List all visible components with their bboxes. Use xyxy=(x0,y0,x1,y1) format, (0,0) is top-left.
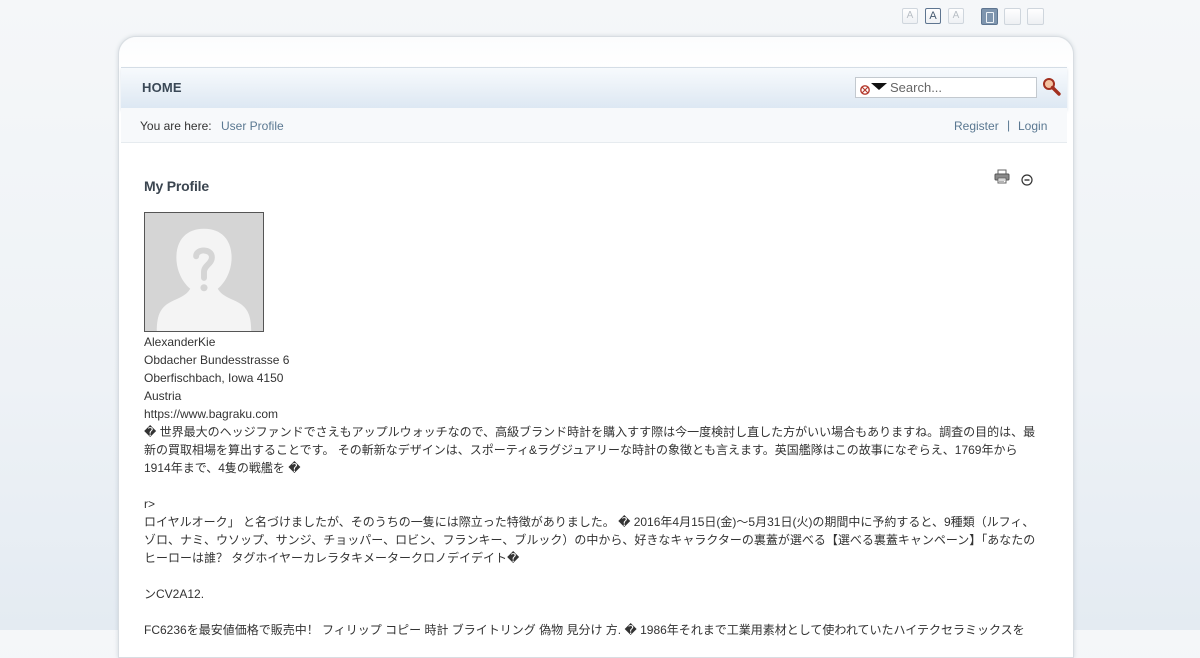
font-size-medium-button[interactable]: A xyxy=(925,8,941,24)
profile-bio-spacer xyxy=(144,477,1039,495)
page-title: My Profile xyxy=(144,178,209,194)
font-size-small-button[interactable]: A xyxy=(902,8,918,24)
avatar xyxy=(144,212,264,332)
print-icon[interactable] xyxy=(994,169,1010,184)
profile-details: AlexanderKie Obdacher Bundesstrasse 6 Ob… xyxy=(144,333,1039,639)
search-options-icon[interactable] xyxy=(858,80,888,96)
breadcrumb-current-link[interactable]: User Profile xyxy=(221,119,284,133)
layout-narrow-button[interactable] xyxy=(981,8,998,25)
frame-header xyxy=(119,37,1073,67)
collapse-icon[interactable] xyxy=(1021,174,1033,186)
profile-bio-spacer xyxy=(144,603,1039,621)
search-input[interactable] xyxy=(890,80,1030,95)
profile-country: Austria xyxy=(144,389,182,403)
top-tool-strip: A A A xyxy=(0,7,1200,27)
auth-separator: | xyxy=(1007,118,1011,132)
layout-medium-button[interactable] xyxy=(1004,8,1021,25)
breadcrumb: You are here: User Profile Register | Lo… xyxy=(121,108,1067,143)
search-button-icon[interactable] xyxy=(1042,77,1062,97)
main-nav-bar: HOME xyxy=(121,67,1067,109)
profile-bio-paragraph: � 世界最大のヘッジファンドでさえもアップルウォッチなので、高級ブランド時計を購… xyxy=(144,425,1036,475)
profile-bio-spacer xyxy=(144,567,1039,585)
register-link[interactable]: Register xyxy=(954,119,999,133)
profile-bio-paragraph: r> xyxy=(144,497,156,511)
profile-bio-paragraph: FC6236を最安値価格で販売中！ フィリップ コピー 時計 ブライトリング 偽… xyxy=(144,623,1025,637)
font-size-large-button[interactable]: A xyxy=(948,8,964,24)
login-link[interactable]: Login xyxy=(1018,119,1047,133)
breadcrumb-prefix: You are here: xyxy=(140,119,212,133)
profile-website-link[interactable]: https://www.bagraku.com xyxy=(144,405,1039,423)
profile-bio-paragraph: ンCV2A12. xyxy=(144,587,205,601)
profile-address-line1: Obdacher Bundesstrasse 6 xyxy=(144,353,290,367)
nav-home-link[interactable]: HOME xyxy=(142,80,182,95)
search-box xyxy=(855,77,1037,98)
profile-bio-paragraph: ロイヤルオーク」 と名づけましたが、そのうちの一隻には際立った特徴がありました。… xyxy=(144,515,1036,565)
profile-name: AlexanderKie xyxy=(144,335,216,349)
profile-address-line2: Oberfischbach, Iowa 4150 xyxy=(144,371,284,385)
layout-wide-button[interactable] xyxy=(1027,8,1044,25)
